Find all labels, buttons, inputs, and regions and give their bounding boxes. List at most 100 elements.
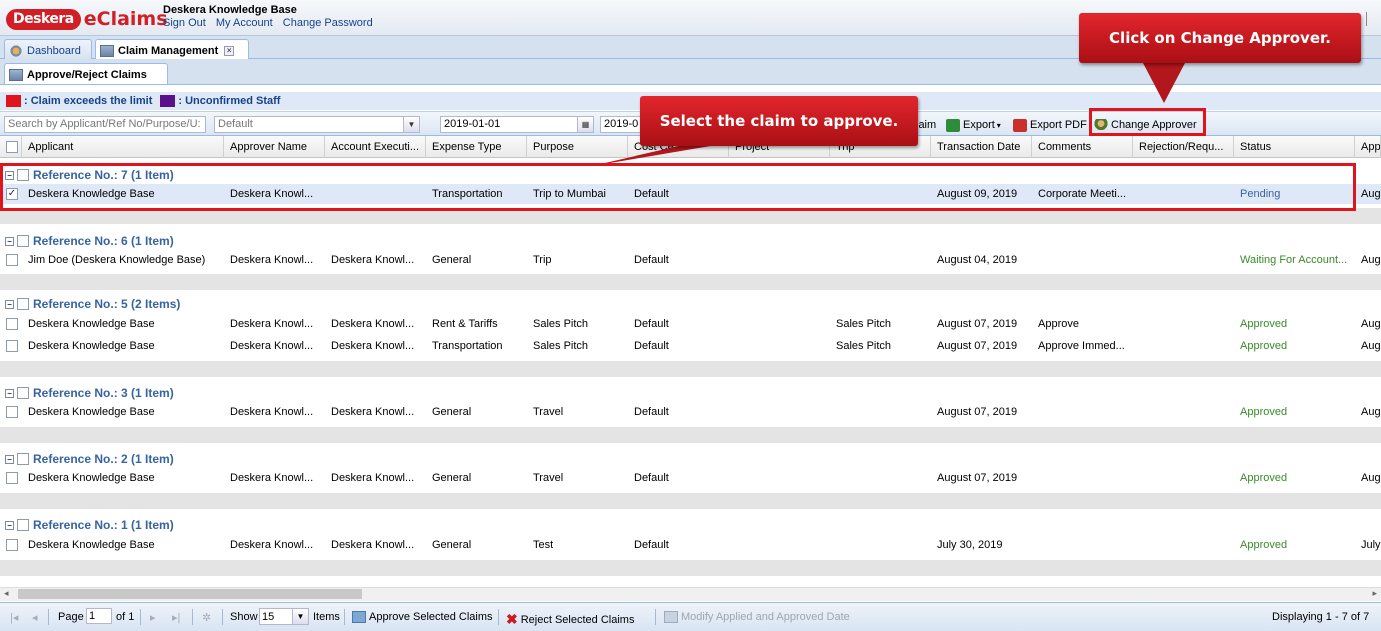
change-password-link[interactable]: Change Password (283, 17, 373, 29)
col-app[interactable]: App (1355, 136, 1381, 158)
cell-status: Waiting For Account... (1240, 254, 1348, 266)
collapse-icon[interactable]: − (5, 236, 14, 246)
col-status[interactable]: Status (1234, 136, 1355, 158)
col-rejection[interactable]: Rejection/Requ... (1133, 136, 1234, 158)
collapse-icon[interactable]: − (5, 388, 14, 398)
claims-grid: − Reference No.: 7 (1 Item) ✓ Deskera Kn… (0, 159, 1381, 585)
cell-purpose: Travel (533, 406, 564, 418)
group-header[interactable]: − Reference No.: 5 (2 Items) (0, 294, 1381, 314)
group-checkbox[interactable] (17, 298, 29, 310)
approve-selected-button[interactable]: Approve Selected Claims (352, 611, 493, 623)
modify-date-button[interactable]: Modify Applied and Approved Date (664, 611, 850, 623)
table-row[interactable]: Deskera Knowledge Base Deskera Knowl... … (0, 402, 1381, 422)
group-header[interactable]: − Reference No.: 6 (1 Item) (0, 231, 1381, 251)
tab-approve-reject-label: Approve/Reject Claims (27, 69, 147, 81)
group-checkbox[interactable] (17, 519, 29, 531)
group-checkbox[interactable] (17, 235, 29, 247)
prev-page-icon[interactable]: ◂ (32, 611, 38, 624)
scroll-right-icon[interactable]: ▸ (1372, 588, 1377, 599)
tab-dashboard-label: Dashboard (27, 44, 81, 57)
collapse-icon[interactable]: − (5, 454, 14, 464)
row-checkbox[interactable] (6, 406, 18, 419)
tab-claim-management[interactable]: Claim Management × (95, 39, 249, 60)
from-date-field[interactable]: 2019-01-01 ▦ (440, 116, 594, 133)
group-spacer (0, 427, 1381, 443)
collapse-icon[interactable]: − (5, 520, 14, 530)
calendar-icon[interactable]: ▦ (577, 117, 593, 132)
cell-purpose: Trip (533, 254, 552, 266)
app-logo: Deskera eClaims (6, 6, 168, 32)
cell-purpose: Travel (533, 472, 564, 484)
cell-account: Deskera Knowl... (331, 472, 415, 484)
page-size-select[interactable]: 15 ▼ (259, 608, 309, 625)
export-pdf-button[interactable]: Export PDF (1013, 117, 1087, 133)
refresh-icon[interactable]: ✲ (202, 611, 211, 624)
page-input-value[interactable]: 1 (86, 608, 112, 624)
row-checkbox[interactable] (6, 340, 18, 353)
cell-app: Aug (1361, 406, 1381, 418)
col-transaction-date[interactable]: Transaction Date (931, 136, 1032, 158)
chevron-down-icon[interactable]: ▼ (292, 609, 308, 624)
my-account-link[interactable]: My Account (216, 17, 273, 29)
row-checkbox[interactable] (6, 254, 18, 267)
tab-approve-reject-claims[interactable]: Approve/Reject Claims (4, 63, 168, 84)
legend-unconfirmed: : Unconfirmed Staff (178, 95, 281, 107)
select-all-cell[interactable] (0, 136, 22, 158)
tab-dashboard[interactable]: Dashboard (4, 39, 92, 59)
scrollbar-thumb[interactable] (18, 589, 362, 599)
group-checkbox[interactable] (17, 387, 29, 399)
col-expense-type[interactable]: Expense Type (426, 136, 527, 158)
col-comments[interactable]: Comments (1032, 136, 1133, 158)
cell-applicant: Deskera Knowledge Base (28, 539, 155, 551)
reject-selected-button[interactable]: ✖ Reject Selected Claims (506, 611, 634, 628)
group-header[interactable]: − Reference No.: 1 (1 Item) (0, 515, 1381, 535)
col-purpose[interactable]: Purpose (527, 136, 628, 158)
select-all-checkbox[interactable] (6, 141, 18, 154)
table-row[interactable]: Deskera Knowledge Base Deskera Knowl... … (0, 314, 1381, 334)
row-checkbox[interactable] (6, 539, 18, 552)
table-row[interactable]: Jim Doe (Deskera Knowledge Base) Deskera… (0, 250, 1381, 270)
separator (655, 609, 656, 625)
sign-out-link[interactable]: Sign Out (163, 17, 206, 29)
cell-date: July 30, 2019 (937, 539, 1003, 551)
group-header[interactable]: − Reference No.: 3 (1 Item) (0, 383, 1381, 403)
col-account-executive[interactable]: Account Executi... (325, 136, 426, 158)
group-spacer (0, 274, 1381, 290)
collapse-icon[interactable]: − (5, 299, 14, 309)
claim-icon (100, 45, 114, 57)
approve-selected-label: Approve Selected Claims (369, 611, 493, 623)
cell-app: Aug (1361, 254, 1381, 266)
table-row[interactable]: Deskera Knowledge Base Deskera Knowl... … (0, 468, 1381, 488)
group-header[interactable]: − Reference No.: 2 (1 Item) (0, 449, 1381, 469)
search-input[interactable]: Search by Applicant/Ref No/Purpose/U: (4, 116, 206, 133)
cell-status: Approved (1240, 340, 1288, 352)
cell-cost: Default (634, 539, 669, 551)
app-name: eClaims (83, 8, 168, 30)
table-row[interactable]: Deskera Knowledge Base Deskera Knowl... … (0, 336, 1381, 356)
cell-purpose: Sales Pitch (533, 340, 589, 352)
scroll-left-icon[interactable]: ◂ (4, 588, 9, 599)
cell-status: Approved (1240, 318, 1288, 330)
last-page-icon[interactable]: ▸| (172, 611, 180, 624)
next-page-icon[interactable]: ▸ (150, 611, 156, 624)
group-checkbox[interactable] (17, 453, 29, 465)
cell-approver: Deskera Knowl... (230, 340, 314, 352)
row-checkbox[interactable] (6, 318, 18, 331)
claim-button[interactable]: laim (916, 117, 936, 133)
export-button[interactable]: Export ▾ (946, 117, 1001, 133)
row-checkbox[interactable] (6, 472, 18, 485)
close-icon[interactable]: × (224, 46, 235, 56)
page-input[interactable]: 1 (86, 608, 112, 624)
export-pdf-label: Export PDF (1030, 119, 1087, 131)
cell-app: Aug (1361, 188, 1381, 200)
to-date-field[interactable]: 2019-0 (600, 116, 644, 133)
chevron-down-icon[interactable]: ▼ (403, 117, 419, 132)
table-row[interactable]: Deskera Knowledge Base Deskera Knowl... … (0, 535, 1381, 555)
col-applicant[interactable]: Applicant (22, 136, 224, 158)
filter-select[interactable]: Default ▼ (214, 116, 420, 133)
col-approver-name[interactable]: Approver Name (224, 136, 325, 158)
first-page-icon[interactable]: |◂ (10, 611, 18, 624)
separator (48, 609, 49, 625)
group-title: Reference No.: 2 (1 Item) (33, 452, 174, 466)
cell-comments: Approve Immed... (1038, 340, 1125, 352)
